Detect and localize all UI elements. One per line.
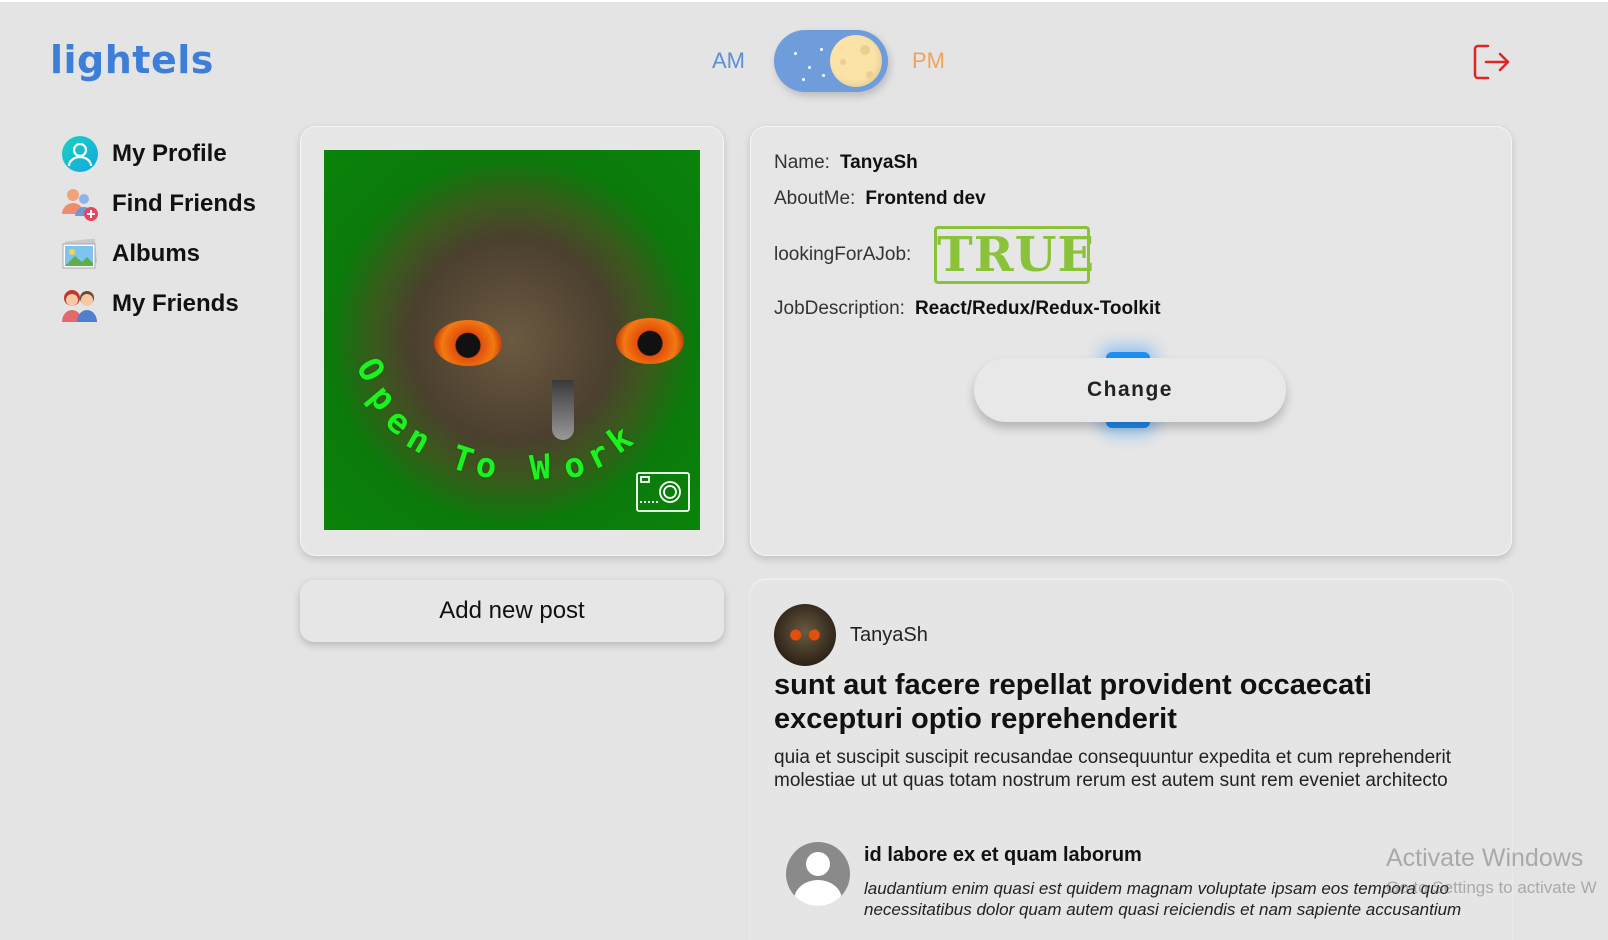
sidebar-item-label: My Profile [112, 140, 227, 167]
profile-icon [60, 134, 100, 174]
sidebar-item-label: Find Friends [112, 190, 256, 217]
sidebar-item-albums[interactable]: Albums [60, 234, 256, 274]
job-row: JobDescription: React/Redux/Redux-Toolkit [774, 298, 1161, 320]
post-author-avatar[interactable] [774, 604, 836, 666]
change-profile-button[interactable]: Change [974, 358, 1286, 422]
about-value: Frontend dev [865, 188, 986, 209]
sidebar-nav: My Profile Find Friends Albums My Friend… [60, 134, 256, 334]
looking-for-job-stamp: TRUE [934, 226, 1094, 284]
star-dot [822, 74, 825, 77]
sidebar-item-find-friends[interactable]: Find Friends [60, 184, 256, 224]
post-author-name[interactable]: TanyaSh [850, 624, 928, 647]
job-label: JobDescription: [774, 298, 905, 319]
theme-toggle[interactable] [774, 30, 888, 92]
name-row: Name: TanyaSh [774, 152, 918, 174]
name-label: Name: [774, 152, 830, 173]
looking-label: lookingForAJob: [774, 244, 912, 265]
comment-avatar [786, 842, 850, 906]
profile-avatar: O p e n T o W o r k [324, 150, 700, 530]
pm-label: PM [912, 48, 945, 73]
job-value: React/Redux/Redux-Toolkit [914, 298, 1161, 319]
about-row: AboutMe: Frontend dev [774, 188, 986, 210]
find-friends-icon [60, 184, 100, 224]
friends-icon [60, 284, 100, 324]
albums-icon [60, 234, 100, 274]
star-dot [802, 78, 805, 81]
sidebar-item-my-profile[interactable]: My Profile [60, 134, 256, 174]
activation-watermark: Activate Windows [1386, 844, 1584, 872]
star-dot [808, 66, 811, 69]
sidebar-item-label: Albums [112, 240, 201, 267]
post-title: sunt aut facere repellat provident occae… [774, 669, 1372, 735]
app-logo[interactable]: lightels [50, 38, 214, 82]
post-body: quia et suscipit suscipit recusandae con… [774, 747, 1452, 791]
sidebar-item-label: My Friends [112, 290, 239, 317]
about-label: AboutMe: [774, 188, 856, 209]
profile-info-card: Name: TanyaSh AboutMe: Frontend dev lookin… [750, 126, 1512, 556]
star-dot [794, 52, 797, 55]
sidebar-item-my-friends[interactable]: My Friends [60, 284, 256, 324]
logout-icon[interactable] [1470, 40, 1514, 84]
am-label: AM [712, 48, 745, 73]
star-dot [820, 48, 823, 51]
name-value: TanyaSh [839, 152, 918, 173]
add-new-post-button[interactable]: Add new post [300, 580, 724, 642]
moon-icon [830, 35, 882, 87]
camera-icon[interactable] [636, 472, 690, 512]
avatar-card: O p e n T o W o r k [300, 126, 724, 556]
comment-title: id labore ex et quam laborum [864, 844, 1142, 866]
activation-watermark-hint: Go to Settings to activate W [1386, 878, 1597, 897]
